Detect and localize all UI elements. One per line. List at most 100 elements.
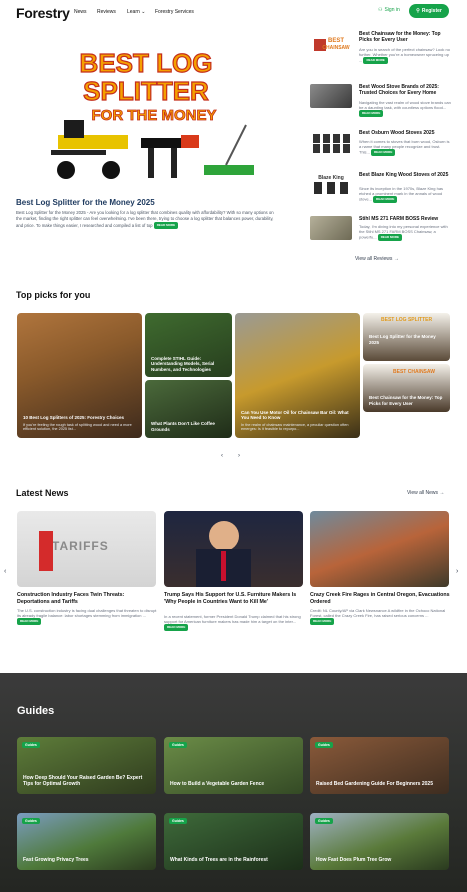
- hero-desc-text: Best Log Splitter for the Money 2025 - A…: [16, 210, 274, 228]
- splitter2-motor: [181, 135, 199, 148]
- splitter-wheel: [102, 161, 120, 179]
- hero-read-more[interactable]: READ MORE: [153, 221, 179, 230]
- review-title: Best Blaze King Wood Stoves of 2025: [359, 172, 449, 178]
- review-item[interactable]: Best Wood Stove Brands of 2025: Trusted …: [310, 84, 451, 118]
- top-pick-card[interactable]: Can You Use Motor Oil for Chainsaw Bar O…: [235, 313, 360, 438]
- review-item[interactable]: Best Osburn Wood Stoves 2025 When it com…: [310, 130, 450, 164]
- news-title[interactable]: Trump Says His Support for U.S. Furnitur…: [164, 592, 304, 605]
- top-pick-banner: BEST LOG SPLITTER: [381, 317, 433, 323]
- news-next-icon[interactable]: ›: [456, 568, 458, 575]
- top-pick-title: 10 Best Log Splitters of 2025: Forestry …: [23, 415, 125, 421]
- carousel-prev-icon[interactable]: ‹: [221, 453, 223, 459]
- flag-graphic: [39, 531, 53, 571]
- news-desc: In a recent statement, former President …: [164, 614, 304, 631]
- review-read-more[interactable]: READ MORE: [363, 57, 388, 64]
- top-pick-card[interactable]: BEST LOG SPLITTER Best Log Splitter for …: [363, 313, 450, 361]
- news-read-more[interactable]: READ MORE: [310, 618, 335, 625]
- splitter3-body: [204, 165, 254, 175]
- review-thumbnail: [310, 130, 352, 154]
- news-image[interactable]: [164, 511, 303, 587]
- user-icon: ⚇: [378, 7, 383, 13]
- review-item[interactable]: BEST CHAINSAW Best Chainsaw for the Money…: [310, 31, 450, 65]
- top-pick-text: Best Chainsaw for the Money: Top Picks f…: [369, 395, 444, 406]
- arrow-right-icon: →: [393, 256, 399, 262]
- top-pick-card[interactable]: 10 Best Log Splitters of 2025: Forestry …: [17, 313, 142, 438]
- news-image[interactable]: TARIFFS: [17, 511, 156, 587]
- register-label: Register: [421, 8, 442, 14]
- review-desc: Are you in search of the perfect chainsa…: [359, 47, 451, 64]
- nav-forestry-services[interactable]: Forestry Services: [155, 9, 194, 15]
- guide-card[interactable]: Guides Raised Bed Gardening Guide For Beg…: [310, 737, 449, 794]
- logo-text: Forestry: [16, 5, 70, 21]
- top-pick-title: Best Chainsaw for the Money: Top Picks f…: [369, 395, 443, 406]
- guide-title: Raised Bed Gardening Guide For Beginners…: [316, 781, 433, 787]
- news-prev-icon[interactable]: ‹: [4, 568, 6, 575]
- guide-title: How Deep Should Your Raised Garden Be? E…: [23, 775, 143, 787]
- guide-card[interactable]: Guides Fast Growing Privacy Trees: [17, 813, 156, 870]
- review-title: Best Chainsaw for the Money: Top Picks f…: [359, 31, 441, 43]
- splitter3-handle: [225, 124, 247, 166]
- svg-text:CHAINSAW: CHAINSAW: [322, 45, 350, 51]
- review-read-more[interactable]: READ MORE: [377, 234, 403, 241]
- news-read-more[interactable]: READ MORE: [164, 624, 189, 631]
- review-read-more[interactable]: READ MORE: [371, 149, 396, 156]
- signin-label: Sign in: [384, 7, 400, 13]
- guide-card[interactable]: Guides How Deep Should Your Raised Garden…: [17, 737, 156, 794]
- nav-learn-label: Learn: [127, 9, 140, 15]
- news-desc-text: In a recent statement, former President …: [164, 614, 301, 624]
- guide-title: Fast Growing Privacy Trees: [23, 857, 89, 863]
- top-pick-card[interactable]: BEST CHAINSAW Best Chainsaw for the Mone…: [363, 364, 450, 412]
- top-pick-card[interactable]: What Plants Don't Like Coffee Grounds: [145, 380, 232, 438]
- news-desc: Credit: NL County/AP via Clark Newsnance…: [310, 608, 450, 625]
- top-pick-card[interactable]: Complete STIHL Guide: Understanding Mode…: [145, 313, 232, 377]
- guide-title: How to Build a Vegetable Garden Fence: [170, 781, 265, 787]
- review-read-more[interactable]: READ MORE: [373, 196, 398, 203]
- review-desc: Today, I'm diving into my personal exper…: [359, 224, 451, 241]
- top-pick-desc: In the realm of chainsaw maintenance, a …: [241, 422, 349, 432]
- splitter2-body: [141, 138, 181, 148]
- guide-card[interactable]: Guides How Fast Does Plum Tree Grow: [310, 813, 449, 870]
- news-title[interactable]: Crazy Creek Fire Rages in Central Oregon…: [310, 592, 450, 605]
- hero-image[interactable]: BEST LOG SPLITTER FOR THE MONEY: [36, 40, 256, 195]
- review-read-more[interactable]: READ MORE: [359, 110, 384, 117]
- user-plus-icon: ⚲: [416, 8, 420, 14]
- view-all-news-link[interactable]: View all News →: [407, 490, 444, 496]
- signin-link[interactable]: ⚇ Sign in: [378, 7, 400, 13]
- top-pick-text: Can You Use Motor Oil for Chainsaw Bar O…: [241, 410, 354, 432]
- carousel-next-icon[interactable]: ›: [238, 453, 240, 459]
- guide-card[interactable]: Guides What Kinds of Trees are in the Rai…: [164, 813, 303, 870]
- news-image-text: TARIFFS: [52, 539, 109, 553]
- top-pick-title: Best Log Splitter for the Money 2025: [369, 334, 436, 345]
- top-pick-title: What Plants Don't Like Coffee Grounds: [151, 421, 215, 432]
- guide-tag: Guides: [315, 818, 333, 824]
- guide-title: What Kinds of Trees are in the Rainfores…: [170, 857, 268, 863]
- arrow-right-icon: →: [439, 490, 445, 496]
- review-item[interactable]: Blaze King Best Blaze King Wood Stoves o…: [310, 172, 450, 206]
- news-image[interactable]: [310, 511, 449, 587]
- nav-news[interactable]: News: [74, 9, 87, 15]
- top-pick-text: Complete STIHL Guide: Understanding Mode…: [151, 356, 226, 373]
- chevron-down-icon: ⌄: [141, 9, 146, 15]
- news-read-more[interactable]: READ MORE: [17, 618, 42, 625]
- review-title: Best Osburn Wood Stoves 2025: [359, 130, 435, 136]
- news-desc-text: The U.S. construction industry is facing…: [17, 608, 157, 618]
- nav-reviews[interactable]: Reviews: [97, 9, 116, 15]
- top-pick-text: 10 Best Log Splitters of 2025: Forestry …: [23, 415, 136, 432]
- news-title[interactable]: Construction Industry Faces Twin Threats…: [17, 592, 157, 605]
- guide-card[interactable]: Guides How to Build a Vegetable Garden Fe…: [164, 737, 303, 794]
- review-item[interactable]: Stihl MS 271 FARM BOSS Review Today, I'm…: [310, 216, 450, 250]
- news-desc: The U.S. construction industry is facing…: [17, 608, 157, 625]
- nav-learn[interactable]: Learn ⌄: [127, 9, 145, 15]
- register-button[interactable]: ⚲ Register: [409, 4, 449, 18]
- hero-title[interactable]: Best Log Splitter for the Money 2025: [16, 198, 155, 207]
- review-desc: Since its inception in the 1970s, Blaze …: [359, 186, 451, 203]
- person-graphic: [209, 521, 239, 551]
- svg-text:BEST: BEST: [328, 38, 344, 44]
- site-logo[interactable]: Forestry: [16, 5, 70, 21]
- top-pick-title: Complete STIHL Guide: Understanding Mode…: [151, 355, 215, 372]
- review-title: Best Wood Stove Brands of 2025: Trusted …: [359, 84, 439, 96]
- top-pick-title: Can You Use Motor Oil for Chainsaw Bar O…: [241, 409, 349, 421]
- news-desc-text: Credit: NL County/AP via Clark Newsnance…: [310, 608, 446, 618]
- splitter2-leg: [171, 148, 177, 178]
- view-all-reviews-link[interactable]: View all Reviews →: [355, 256, 399, 262]
